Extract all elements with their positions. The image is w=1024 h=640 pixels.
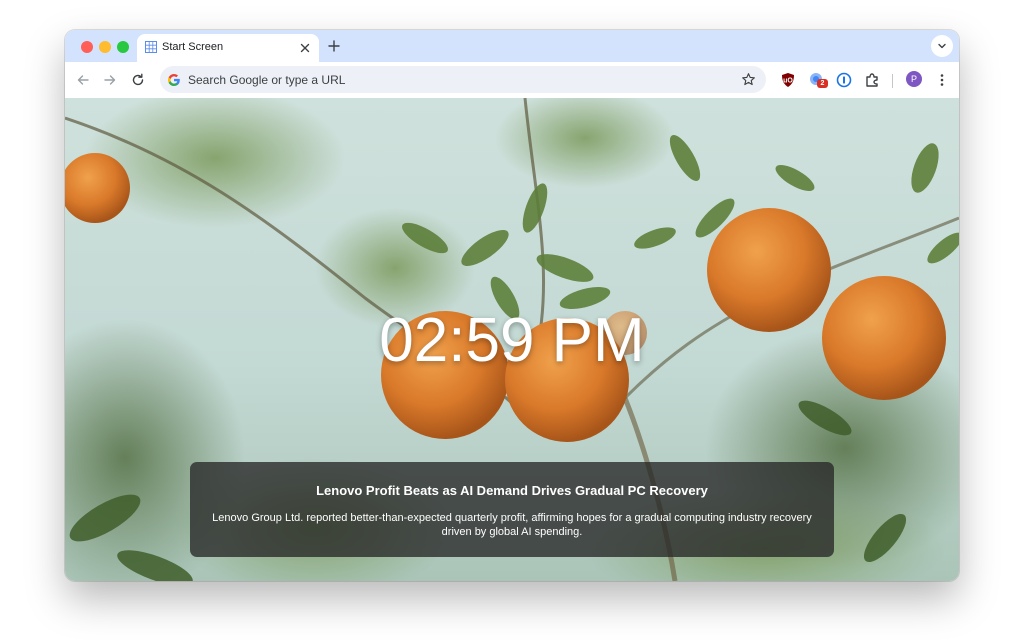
bookmark-star-icon[interactable] — [741, 72, 756, 87]
maximize-window-button[interactable] — [117, 41, 129, 53]
new-tab-button[interactable] — [326, 38, 342, 54]
close-icon[interactable] — [297, 40, 313, 56]
browser-toolbar: Search Google or type a URL uO 2 P — [65, 62, 959, 99]
browser-window: Start Screen Search Google or type a URL… — [65, 30, 959, 581]
extension-badge-icon[interactable]: 2 — [808, 71, 828, 89]
start-screen: 02:59 PM Lenovo Profit Beats as AI Deman… — [65, 98, 959, 581]
minimize-window-button[interactable] — [99, 41, 111, 53]
reload-icon[interactable] — [130, 72, 146, 88]
back-arrow-icon[interactable] — [75, 72, 91, 88]
chevron-down-icon — [938, 43, 946, 49]
password-manager-icon[interactable] — [835, 71, 853, 89]
toolbar-separator — [892, 74, 893, 88]
more-menu-icon[interactable] — [934, 72, 950, 88]
grid-icon — [145, 41, 157, 53]
address-bar[interactable]: Search Google or type a URL — [160, 66, 766, 93]
news-summary: Lenovo Group Ltd. reported better-than-e… — [212, 512, 812, 538]
tab-strip: Start Screen — [65, 30, 959, 62]
google-logo-icon — [167, 74, 180, 86]
svg-text:uO: uO — [783, 78, 793, 85]
news-headline[interactable]: Lenovo Profit Beats as AI Demand Drives … — [190, 483, 834, 498]
extension-badge-count: 2 — [817, 79, 828, 88]
forward-arrow-icon[interactable] — [102, 72, 118, 88]
address-input[interactable]: Search Google or type a URL — [188, 73, 345, 87]
profile-avatar[interactable]: P — [906, 71, 922, 87]
tab-search-button[interactable] — [931, 35, 953, 57]
extensions-puzzle-icon[interactable] — [863, 71, 881, 89]
tab-title: Start Screen — [162, 41, 224, 53]
tab-start-screen[interactable]: Start Screen — [137, 34, 319, 62]
close-window-button[interactable] — [81, 41, 93, 53]
clock-display: 02:59 PM — [379, 306, 645, 375]
news-card[interactable]: Lenovo Profit Beats as AI Demand Drives … — [190, 462, 834, 557]
ublock-icon[interactable]: uO — [779, 71, 797, 89]
